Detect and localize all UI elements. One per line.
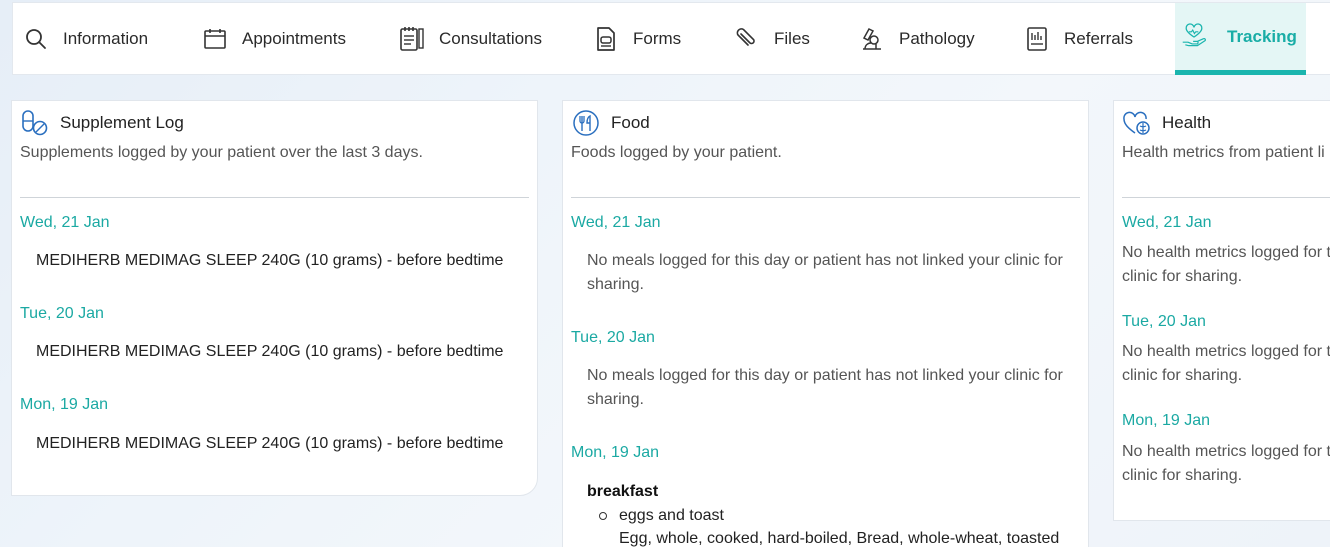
heart-hand-icon [1181,22,1207,50]
card-title: Health [1162,113,1212,132]
food-note: No meals logged for this day or patient … [587,252,1063,293]
tab-forms[interactable]: Forms [593,3,681,75]
card-header: Health [1122,109,1211,137]
day-date: Tue, 20 Jan [571,329,655,346]
card-subtitle: Health metrics from patient li [1122,144,1325,161]
day-date: Mon, 19 Jan [20,396,109,413]
tab-pathology[interactable]: Pathology [859,3,975,75]
document-icon [1024,26,1050,52]
supplement-log-card: Supplement Log Supplements logged by you… [11,100,538,496]
day-date: Tue, 20 Jan [1122,313,1206,330]
tab-label: Consultations [439,29,543,48]
tab-label: Referrals [1064,29,1133,48]
card-header: Supplement Log [20,109,184,137]
tab-consultations[interactable]: Consultations [399,3,542,75]
tab-appointments[interactable]: Appointments [202,3,346,75]
notepad-icon [399,26,425,52]
supplement-entry: MEDIHERB MEDIMAG SLEEP 240G (10 grams) -… [36,252,504,269]
tab-referrals[interactable]: Referrals [1024,3,1133,75]
form-icon [593,26,619,52]
meal-item: eggs and toast [599,507,724,525]
bullet-icon [599,512,607,520]
card-header: Food [571,109,650,137]
tab-tracking[interactable]: Tracking [1175,3,1306,75]
search-icon [23,26,49,52]
day-date: Mon, 19 Jan [1122,412,1211,429]
day-date: Mon, 19 Jan [571,444,660,461]
day-date: Tue, 20 Jan [20,305,104,322]
tab-label: Pathology [899,29,975,48]
pill-icon [20,109,50,137]
health-note: No health metrics logged for t clinic for… [1122,244,1330,285]
food-card: Food Foods logged by your patient. Wed, … [562,100,1089,547]
card-title: Food [611,113,650,132]
day-date: Wed, 21 Jan [1122,214,1212,231]
meal-name: breakfast [587,483,659,500]
health-card: Health Health metrics from patient li We… [1113,100,1330,521]
microscope-icon [859,26,885,52]
meal-item-description: Egg, whole, cooked, hard-boiled, Bread, … [619,530,1060,547]
day-date: Wed, 21 Jan [20,214,110,231]
food-note: No meals logged for this day or patient … [587,367,1063,408]
supplement-entry: MEDIHERB MEDIMAG SLEEP 240G (10 grams) -… [36,343,504,360]
health-note: No health metrics logged for t clinic for… [1122,443,1330,484]
tab-label: Appointments [242,29,346,48]
divider [571,197,1080,198]
card-subtitle: Supplements logged by your patient over … [20,144,423,161]
top-navigation: Information Appointments Consultations F… [12,2,1330,75]
supplement-entry: MEDIHERB MEDIMAG SLEEP 240G (10 grams) -… [36,435,504,452]
tab-label: Forms [633,29,682,48]
tab-label: Tracking [1227,26,1297,46]
fork-knife-icon [571,109,601,137]
tab-label: Information [63,29,149,48]
calendar-icon [202,26,228,52]
card-title: Supplement Log [60,113,184,132]
tab-information[interactable]: Information [23,3,148,75]
divider [20,197,529,198]
tab-label: Files [774,29,810,48]
day-date: Wed, 21 Jan [571,214,661,231]
heart-brain-icon [1122,109,1152,137]
divider [1122,197,1330,198]
health-note: No health metrics logged for t clinic for… [1122,343,1330,384]
paperclip-icon [734,26,760,52]
tab-files[interactable]: Files [734,3,810,75]
card-subtitle: Foods logged by your patient. [571,144,782,161]
